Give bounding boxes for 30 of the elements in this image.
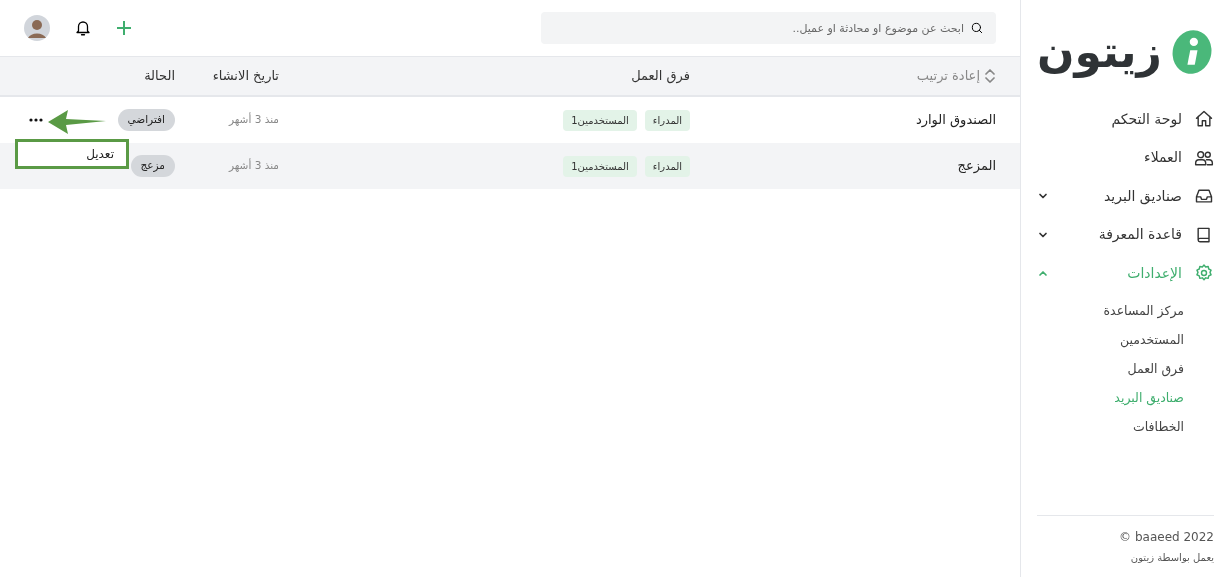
created-date: منذ 3 أشهر bbox=[228, 112, 279, 128]
avatar-icon[interactable] bbox=[24, 15, 50, 41]
powered-by-text: يعمل بواسطة زيتون bbox=[1129, 551, 1214, 565]
search-field[interactable]: ابحث عن موضوع او محادثة او عميل.. bbox=[541, 12, 996, 44]
column-header: الحالة bbox=[144, 67, 175, 86]
column-header: تاريخ الانشاء bbox=[212, 67, 279, 86]
submenu-item[interactable]: الخطافات bbox=[1021, 412, 1230, 442]
sidebar-item[interactable]: صناديق البريد bbox=[1021, 177, 1230, 216]
team-tag: المدراء bbox=[644, 155, 690, 177]
sidebar-item[interactable]: قاعدة المعرفة bbox=[1021, 215, 1230, 254]
status-badge: مزعج bbox=[130, 155, 175, 177]
sort-icon bbox=[984, 69, 996, 83]
copyright-text: baaeed 2022 © bbox=[1118, 529, 1214, 546]
more-icon[interactable] bbox=[29, 118, 43, 122]
submenu-item[interactable]: فرق العمل bbox=[1021, 354, 1230, 384]
mailbox-name: الصندوق الوارد bbox=[915, 111, 996, 130]
mailbox-name: المزعج bbox=[957, 157, 996, 176]
sidebar-item[interactable]: العملاء bbox=[1021, 138, 1230, 177]
search-icon bbox=[970, 21, 984, 35]
column-header: فرق العمل bbox=[631, 67, 690, 86]
team-tag: المستخدمين1 bbox=[563, 109, 637, 131]
created-date: منذ 3 أشهر bbox=[228, 158, 279, 174]
bell-icon[interactable] bbox=[74, 19, 92, 37]
sidebar-item[interactable]: لوحة التحكم bbox=[1021, 100, 1230, 139]
team-tag: المدراء bbox=[644, 109, 690, 131]
submenu-item[interactable]: مركز المساعدة bbox=[1021, 296, 1230, 326]
submenu-item[interactable]: المستخدمين bbox=[1021, 325, 1230, 355]
plus-icon[interactable] bbox=[116, 20, 132, 36]
status-badge: افتراضي bbox=[117, 109, 175, 131]
team-tag: المستخدمين1 bbox=[563, 155, 637, 177]
